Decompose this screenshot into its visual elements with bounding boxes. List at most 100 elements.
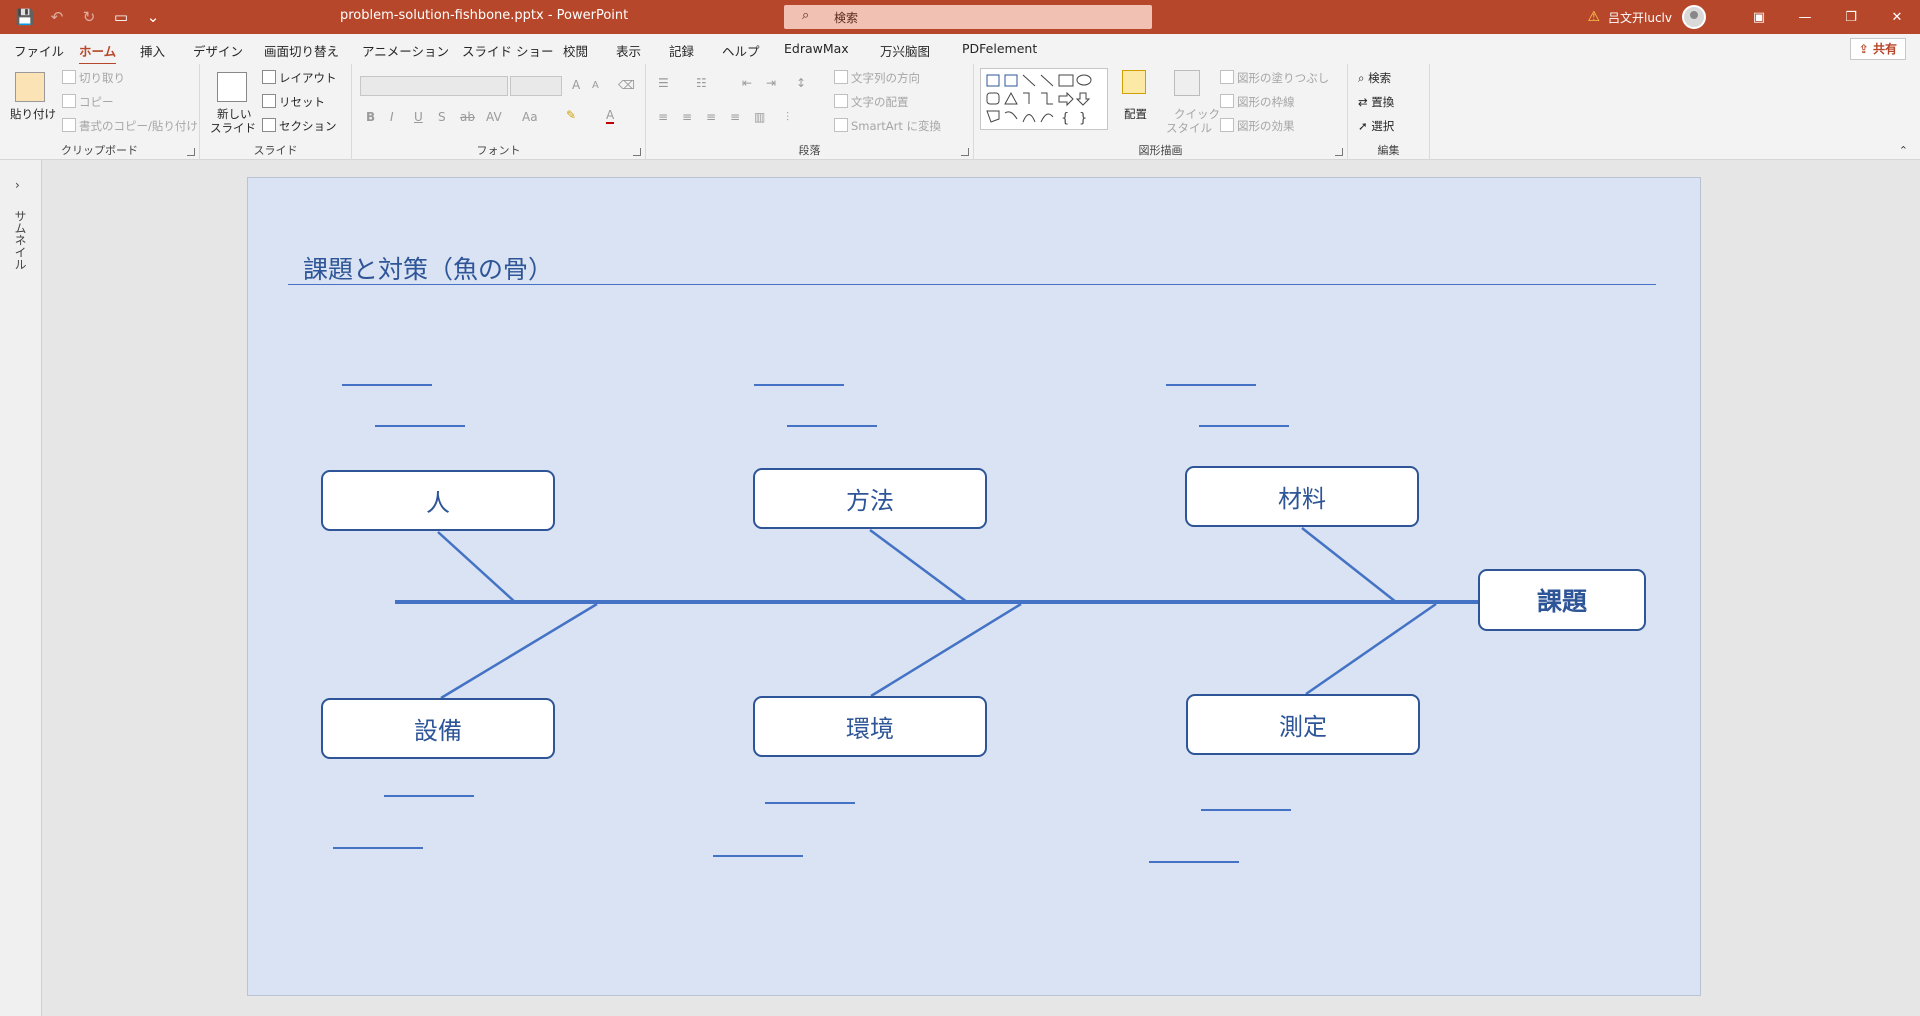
collapse-ribbon-icon[interactable]: ⌃ [1899,144,1908,157]
category-box-method[interactable]: 方法 [753,468,987,529]
bone-top-2[interactable] [869,528,968,604]
bone-bottom-2[interactable] [870,602,1022,698]
ribbon-tabs: ファイル ホーム 挿入 デザイン 画面切り替え アニメーション スライド ショー… [0,34,1920,66]
close-button[interactable]: ✕ [1874,10,1920,25]
replace-button[interactable]: ⇄ 置換 [1358,94,1394,110]
save-icon[interactable]: 💾 [14,6,36,28]
distribute-icon[interactable]: ▥ [754,110,765,124]
font-color-button[interactable]: A [606,108,615,124]
restore-button[interactable]: ❐ [1828,10,1874,25]
tab-record[interactable]: 記録 [669,41,694,60]
quick-styles-icon[interactable] [1174,70,1200,96]
section-button[interactable]: セクション [262,118,337,134]
problem-head-box[interactable]: 課題 [1478,569,1646,631]
category-box-people[interactable]: 人 [321,470,555,531]
tab-view[interactable]: 表示 [616,41,641,60]
expand-thumbnails-icon[interactable]: › [15,178,20,192]
customize-qat-icon[interactable]: ⌄ [142,6,164,28]
minimize-button[interactable]: — [1782,10,1828,25]
align-center-icon[interactable]: ≡ [682,110,692,124]
category-box-environment[interactable]: 環境 [753,696,987,757]
char-spacing-button[interactable]: AV [486,110,502,124]
search-input[interactable]: ⌕ 検索 [784,5,1152,29]
font-size-combo[interactable] [510,76,562,96]
numbering-icon[interactable]: ☷ [696,76,707,90]
user-name[interactable]: 吕文开luclv [1608,9,1672,26]
find-button[interactable]: ⌕ 検索 [1358,70,1391,86]
share-button[interactable]: ⇪ 共有 [1849,38,1906,60]
drawing-launcher-icon[interactable] [1335,148,1343,156]
undo-icon[interactable]: ↶ [46,6,68,28]
shapes-gallery[interactable]: { } [980,68,1108,130]
category-box-equipment[interactable]: 設備 [321,698,555,759]
tab-home[interactable]: ホーム [79,41,117,66]
align-left-icon[interactable]: ≡ [658,110,668,124]
arrange-button[interactable]: 配置 [1124,106,1147,122]
paste-icon[interactable] [15,72,45,102]
new-slide-label-2[interactable]: スライド [210,120,256,136]
category-box-measurement[interactable]: 測定 [1186,694,1420,755]
shrink-font-button[interactable]: A [592,80,599,91]
quick-styles-label-2[interactable]: スタイル [1166,120,1212,136]
align-right-icon[interactable]: ≡ [706,110,716,124]
shape-outline-button[interactable]: 図形の枠線 [1220,94,1295,110]
tab-transitions[interactable]: 画面切り替え [264,41,339,60]
tab-review[interactable]: 校閲 [563,41,588,60]
tab-file[interactable]: ファイル [14,41,64,60]
cut-button[interactable]: 切り取り [62,70,125,86]
italic-button[interactable]: I [390,110,394,124]
tab-animations[interactable]: アニメーション [362,41,449,60]
bone-top-3[interactable] [1301,527,1397,603]
ribbon-display-icon[interactable]: ▣ [1736,10,1782,25]
new-slide-icon[interactable] [217,72,247,102]
cut-label: 切り取り [79,71,125,85]
slide[interactable]: 課題と対策（魚の骨） 人 方法 材料 設備 環境 測定 課題 [247,177,1701,996]
bone-bottom-1[interactable] [440,602,598,700]
tab-insert[interactable]: 挿入 [140,41,165,60]
avatar[interactable] [1682,5,1706,29]
columns-icon[interactable]: ⫶ [786,110,789,125]
increease-indent-icon[interactable]: ⇥ [766,76,776,90]
shadow-button[interactable]: S [438,110,446,124]
tab-wanxing[interactable]: 万兴脑图 [880,41,930,60]
arrange-icon[interactable] [1122,70,1146,94]
tab-edrawmax[interactable]: EdrawMax [784,41,849,56]
paragraph-launcher-icon[interactable] [961,148,969,156]
strikethrough-button[interactable]: ab [460,110,475,124]
shape-fill-button[interactable]: 図形の塗りつぶし [1220,70,1329,86]
highlight-icon[interactable]: ✎ [566,108,576,122]
underline-button[interactable]: U [414,110,423,124]
line-spacing-icon[interactable]: ↕ [796,76,806,90]
tab-pdfelement[interactable]: PDFelement [962,41,1037,56]
paste-button[interactable]: 貼り付け [10,106,56,122]
reset-button[interactable]: リセット [262,94,325,110]
copy-button[interactable]: コピー [62,94,114,110]
justify-icon[interactable]: ≡ [730,110,740,124]
bone-bottom-3[interactable] [1305,602,1437,696]
grow-font-button[interactable]: A [572,78,580,92]
bullets-icon[interactable]: ☰ [658,76,669,90]
shape-effects-button[interactable]: 図形の効果 [1220,118,1295,134]
bold-button[interactable]: B [366,110,375,124]
thumbnail-pane-label[interactable]: サムネイル [12,210,29,270]
tab-design[interactable]: デザイン [193,41,243,60]
layout-button[interactable]: レイアウト [262,70,337,86]
select-button[interactable]: ➚ 選択 [1358,118,1394,134]
present-icon[interactable]: ▭ [110,6,132,28]
clear-format-icon[interactable]: ⌫ [618,78,635,92]
clipboard-launcher-icon[interactable] [187,148,195,156]
font-launcher-icon[interactable] [633,148,641,156]
tab-slideshow[interactable]: スライド ショー [462,41,553,60]
tab-help[interactable]: ヘルプ [722,41,760,60]
decrease-indent-icon[interactable]: ⇤ [742,76,752,90]
align-text-button[interactable]: 文字の配置 [834,94,909,110]
font-name-combo[interactable] [360,76,508,96]
format-painter-button[interactable]: 書式のコピー/貼り付け [62,118,198,134]
category-box-material[interactable]: 材料 [1185,466,1419,527]
smartart-button[interactable]: SmartArt に変換 [834,118,941,134]
change-case-button[interactable]: Aa [522,110,538,124]
bone-top-1[interactable] [437,531,516,603]
redo-icon[interactable]: ↻ [78,6,100,28]
text-direction-button[interactable]: 文字列の方向 [834,70,920,86]
warning-icon[interactable]: ⚠ [1587,9,1600,25]
